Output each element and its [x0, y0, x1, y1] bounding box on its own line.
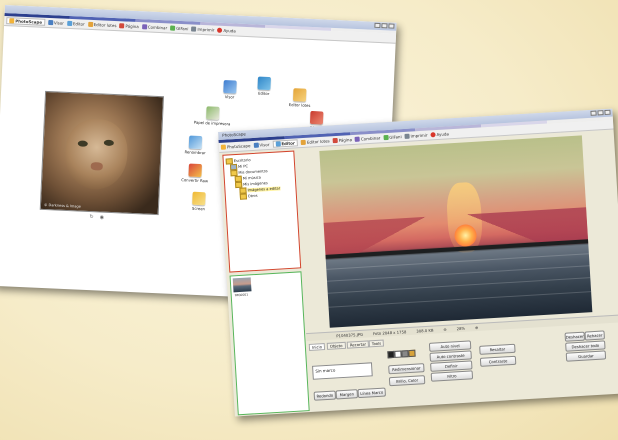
- cougar-eye: [77, 140, 88, 147]
- ring-item-screen[interactable]: Screen: [192, 191, 206, 211]
- tab-photoscape[interactable]: PhotoScape: [6, 17, 46, 26]
- ring-item-visor[interactable]: Visor: [223, 80, 237, 100]
- editor-window: PhotoScape PhotoScape Visor Editor Edito…: [218, 108, 618, 417]
- folder-icon: [239, 193, 248, 200]
- status-filesize: 308.0 KB: [416, 327, 434, 334]
- tab-editor-lotes[interactable]: Editor lotes: [300, 138, 330, 146]
- tab-pagina[interactable]: Página: [332, 137, 352, 144]
- redimensionar-button[interactable]: Redimensionar: [388, 363, 425, 375]
- cougar-nose: [90, 162, 103, 171]
- zoom-in-icon[interactable]: ⊕: [475, 325, 478, 330]
- batch-editor-icon: [293, 88, 307, 102]
- screen-capture-icon: [192, 191, 206, 206]
- tab-pagina[interactable]: Página: [119, 23, 139, 29]
- tree-item[interactable]: Otros: [239, 193, 258, 200]
- cougar-photo: © Darkness & Image: [39, 90, 165, 216]
- thumbnail-pane[interactable]: IMG0001: [229, 271, 310, 416]
- editor-body: Escritorio Mi PC Mis documentos Mi músic…: [219, 130, 618, 417]
- tab-editor[interactable]: Editor: [272, 139, 299, 148]
- guardar-button[interactable]: Guardar: [565, 350, 607, 362]
- linea-marco-button[interactable]: Línea Marco: [357, 387, 386, 399]
- tab-combinar[interactable]: Combinar: [141, 24, 167, 30]
- help-icon: [217, 27, 223, 33]
- page-icon: [309, 110, 324, 125]
- rotate-icon[interactable]: ↻: [89, 214, 93, 220]
- ring-item-editor-lotes[interactable]: Editor lotes: [289, 88, 311, 108]
- ring-item-renombrar[interactable]: Renombrar: [184, 135, 206, 155]
- ring-item-convertir-raw[interactable]: Convertir Raw: [181, 163, 209, 183]
- resaltar-button[interactable]: Resaltar: [479, 343, 516, 355]
- editor-icon: [66, 20, 72, 27]
- folder-tree[interactable]: Escritorio Mi PC Mis documentos Mi músic…: [222, 150, 302, 273]
- deshacer-button[interactable]: Deshacer: [564, 331, 586, 342]
- tab-visor[interactable]: Visor: [47, 19, 64, 26]
- printer-paper-icon: [205, 106, 220, 120]
- tab-ayuda[interactable]: Ayuda: [430, 131, 449, 138]
- tab-gifani[interactable]: GIFani: [383, 134, 402, 141]
- batch-editor-icon: [87, 21, 93, 27]
- gif-icon: [383, 134, 389, 141]
- tab-imprimir[interactable]: Imprimir: [404, 133, 428, 139]
- rename-icon: [188, 135, 203, 150]
- thumbnail-caption: IMG0001: [234, 292, 249, 298]
- photo-tools: ↻ ◉: [89, 214, 104, 221]
- page-icon: [332, 137, 338, 144]
- viewer-icon: [47, 19, 54, 26]
- tab-recortar[interactable]: Recortar: [346, 340, 370, 349]
- thumbnail[interactable]: [232, 277, 252, 293]
- image-viewer[interactable]: [319, 135, 593, 328]
- tab-tools[interactable]: Tools: [368, 339, 385, 348]
- tab-ayuda[interactable]: Ayuda: [217, 27, 236, 33]
- gif-icon: [170, 25, 176, 31]
- margen-button[interactable]: Margen: [335, 389, 359, 400]
- cougar-eye: [103, 139, 114, 147]
- viewer-icon: [253, 142, 259, 148]
- frame-select[interactable]: Sin marco: [312, 362, 373, 380]
- batch-editor-icon: [300, 139, 307, 146]
- help-icon: [430, 132, 436, 138]
- photo-credit: © Darkness & Image: [43, 202, 81, 209]
- print-icon: [404, 133, 410, 139]
- ring-item-editor[interactable]: Editor: [257, 76, 272, 97]
- ring-item-papel-impresora[interactable]: Papel de impresora: [194, 106, 231, 126]
- color-swatch[interactable]: [408, 349, 416, 358]
- editor-icon: [275, 141, 281, 147]
- tab-visor[interactable]: Visor: [253, 142, 270, 148]
- tab-gifani[interactable]: GIFani: [170, 25, 189, 31]
- photoscape-icon: [220, 144, 227, 150]
- cougar-face: [63, 117, 129, 191]
- page-icon: [119, 23, 125, 29]
- brillo-color-button[interactable]: Brillo, Color: [388, 375, 426, 387]
- editor-icon: [257, 76, 272, 91]
- window-title: PhotoScape: [222, 131, 246, 138]
- tab-editor[interactable]: Editor: [66, 20, 85, 27]
- viewer-icon: [223, 80, 237, 94]
- maximize-button[interactable]: [381, 23, 388, 29]
- tab-photoscape[interactable]: PhotoScape: [220, 143, 251, 150]
- tab-combinar[interactable]: Combinar: [354, 135, 380, 142]
- combine-icon: [354, 136, 361, 142]
- redondo-button[interactable]: Redondo: [313, 390, 337, 401]
- raw-convert-icon: [188, 163, 202, 178]
- zoom-out-icon[interactable]: ⊖: [443, 327, 446, 332]
- tab-inicio[interactable]: Inicio: [308, 343, 326, 351]
- print-icon: [191, 26, 197, 32]
- status-dimensions: Foto 2048 x 1758: [372, 329, 407, 337]
- close-button[interactable]: [388, 23, 395, 29]
- tab-editor-lotes[interactable]: Editor lotes: [87, 21, 117, 28]
- maximize-button[interactable]: [597, 110, 604, 116]
- close-button[interactable]: [604, 109, 611, 116]
- tab-imprimir[interactable]: Imprimir: [191, 26, 215, 33]
- status-zoom: 28%: [456, 325, 466, 332]
- combine-icon: [141, 24, 147, 30]
- filtro-button[interactable]: Filtro: [430, 370, 474, 382]
- tab-objeto[interactable]: Objeto: [326, 341, 346, 350]
- contraste-button[interactable]: Contraste: [479, 355, 517, 367]
- minimize-button[interactable]: [590, 110, 597, 116]
- view-icon[interactable]: ◉: [100, 215, 105, 221]
- photoscape-icon: [9, 18, 15, 24]
- rehacer-button[interactable]: Rehacer: [584, 330, 605, 341]
- status-filename: P1040375.JPG: [336, 331, 364, 339]
- minimize-button[interactable]: [374, 22, 381, 29]
